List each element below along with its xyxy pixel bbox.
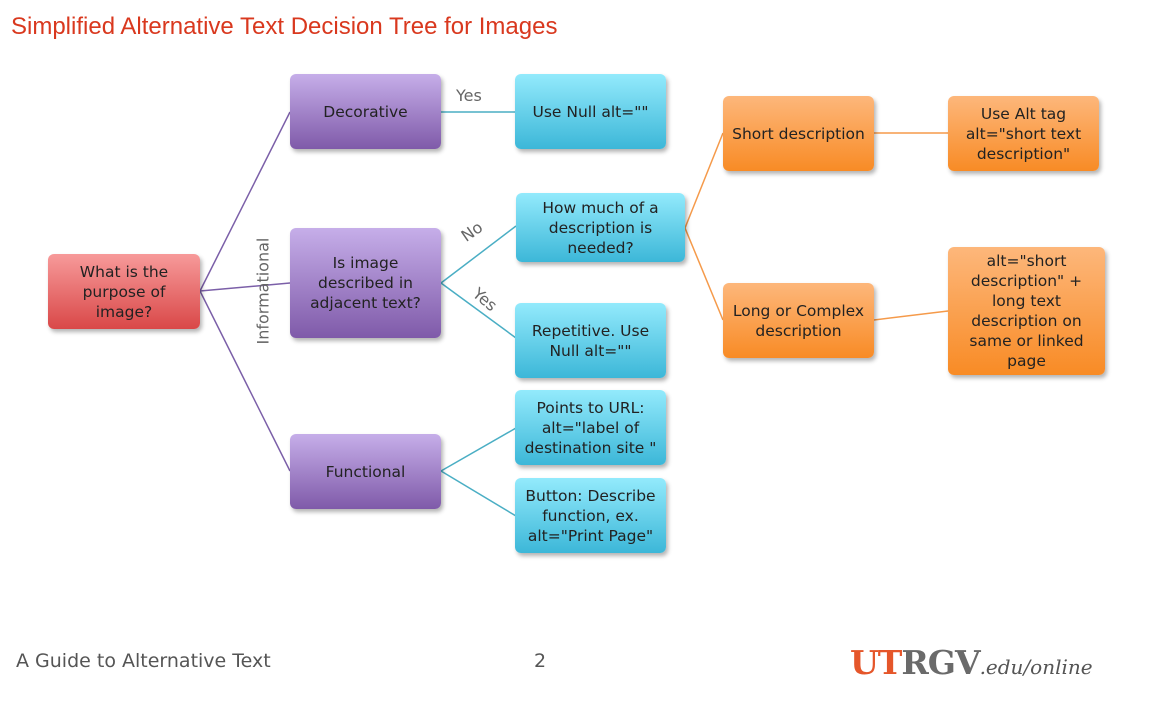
node-button: Button: Describe function, ex. alt="Prin… bbox=[515, 478, 666, 553]
link-howmuch-short bbox=[684, 132, 724, 229]
node-use-alt-tag: Use Alt tag alt="short text description" bbox=[948, 96, 1099, 171]
node-use-null: Use Null alt="" bbox=[515, 74, 666, 149]
node-repetitive: Repetitive. Use Null alt="" bbox=[515, 303, 666, 378]
node-root: What is the purpose of image? bbox=[48, 254, 200, 329]
node-functional: Functional bbox=[290, 434, 441, 509]
footer-guide-title: A Guide to Alternative Text bbox=[16, 650, 271, 672]
link-long-longtext bbox=[873, 310, 949, 321]
label-informational: Informational bbox=[253, 237, 273, 345]
node-how-much: How much of a description is needed? bbox=[516, 193, 685, 262]
node-decorative: Decorative bbox=[290, 74, 441, 149]
link-functional-button bbox=[440, 470, 517, 517]
logo-rgv: RGV bbox=[901, 643, 980, 682]
logo-suffix: .edu/online bbox=[979, 655, 1093, 679]
label-yes-decorative: Yes bbox=[456, 86, 482, 105]
link-howmuch-long bbox=[684, 227, 724, 321]
page-number: 2 bbox=[534, 650, 547, 672]
node-long-description: Long or Complex description bbox=[723, 283, 874, 358]
node-points-url: Points to URL: alt="label of destination… bbox=[515, 390, 666, 465]
link-root-adjacent bbox=[199, 282, 291, 292]
node-adjacent-text: Is image described in adjacent text? bbox=[290, 228, 441, 338]
link-functional-url bbox=[440, 427, 517, 472]
link-root-decorative bbox=[199, 111, 291, 292]
utrgv-logo: UTRGV.edu/online bbox=[850, 643, 1093, 682]
node-long-text: alt="short description" + long text desc… bbox=[948, 247, 1105, 375]
logo-ut: UT bbox=[850, 643, 902, 682]
node-short-description: Short description bbox=[723, 96, 874, 171]
link-root-functional bbox=[199, 290, 291, 472]
